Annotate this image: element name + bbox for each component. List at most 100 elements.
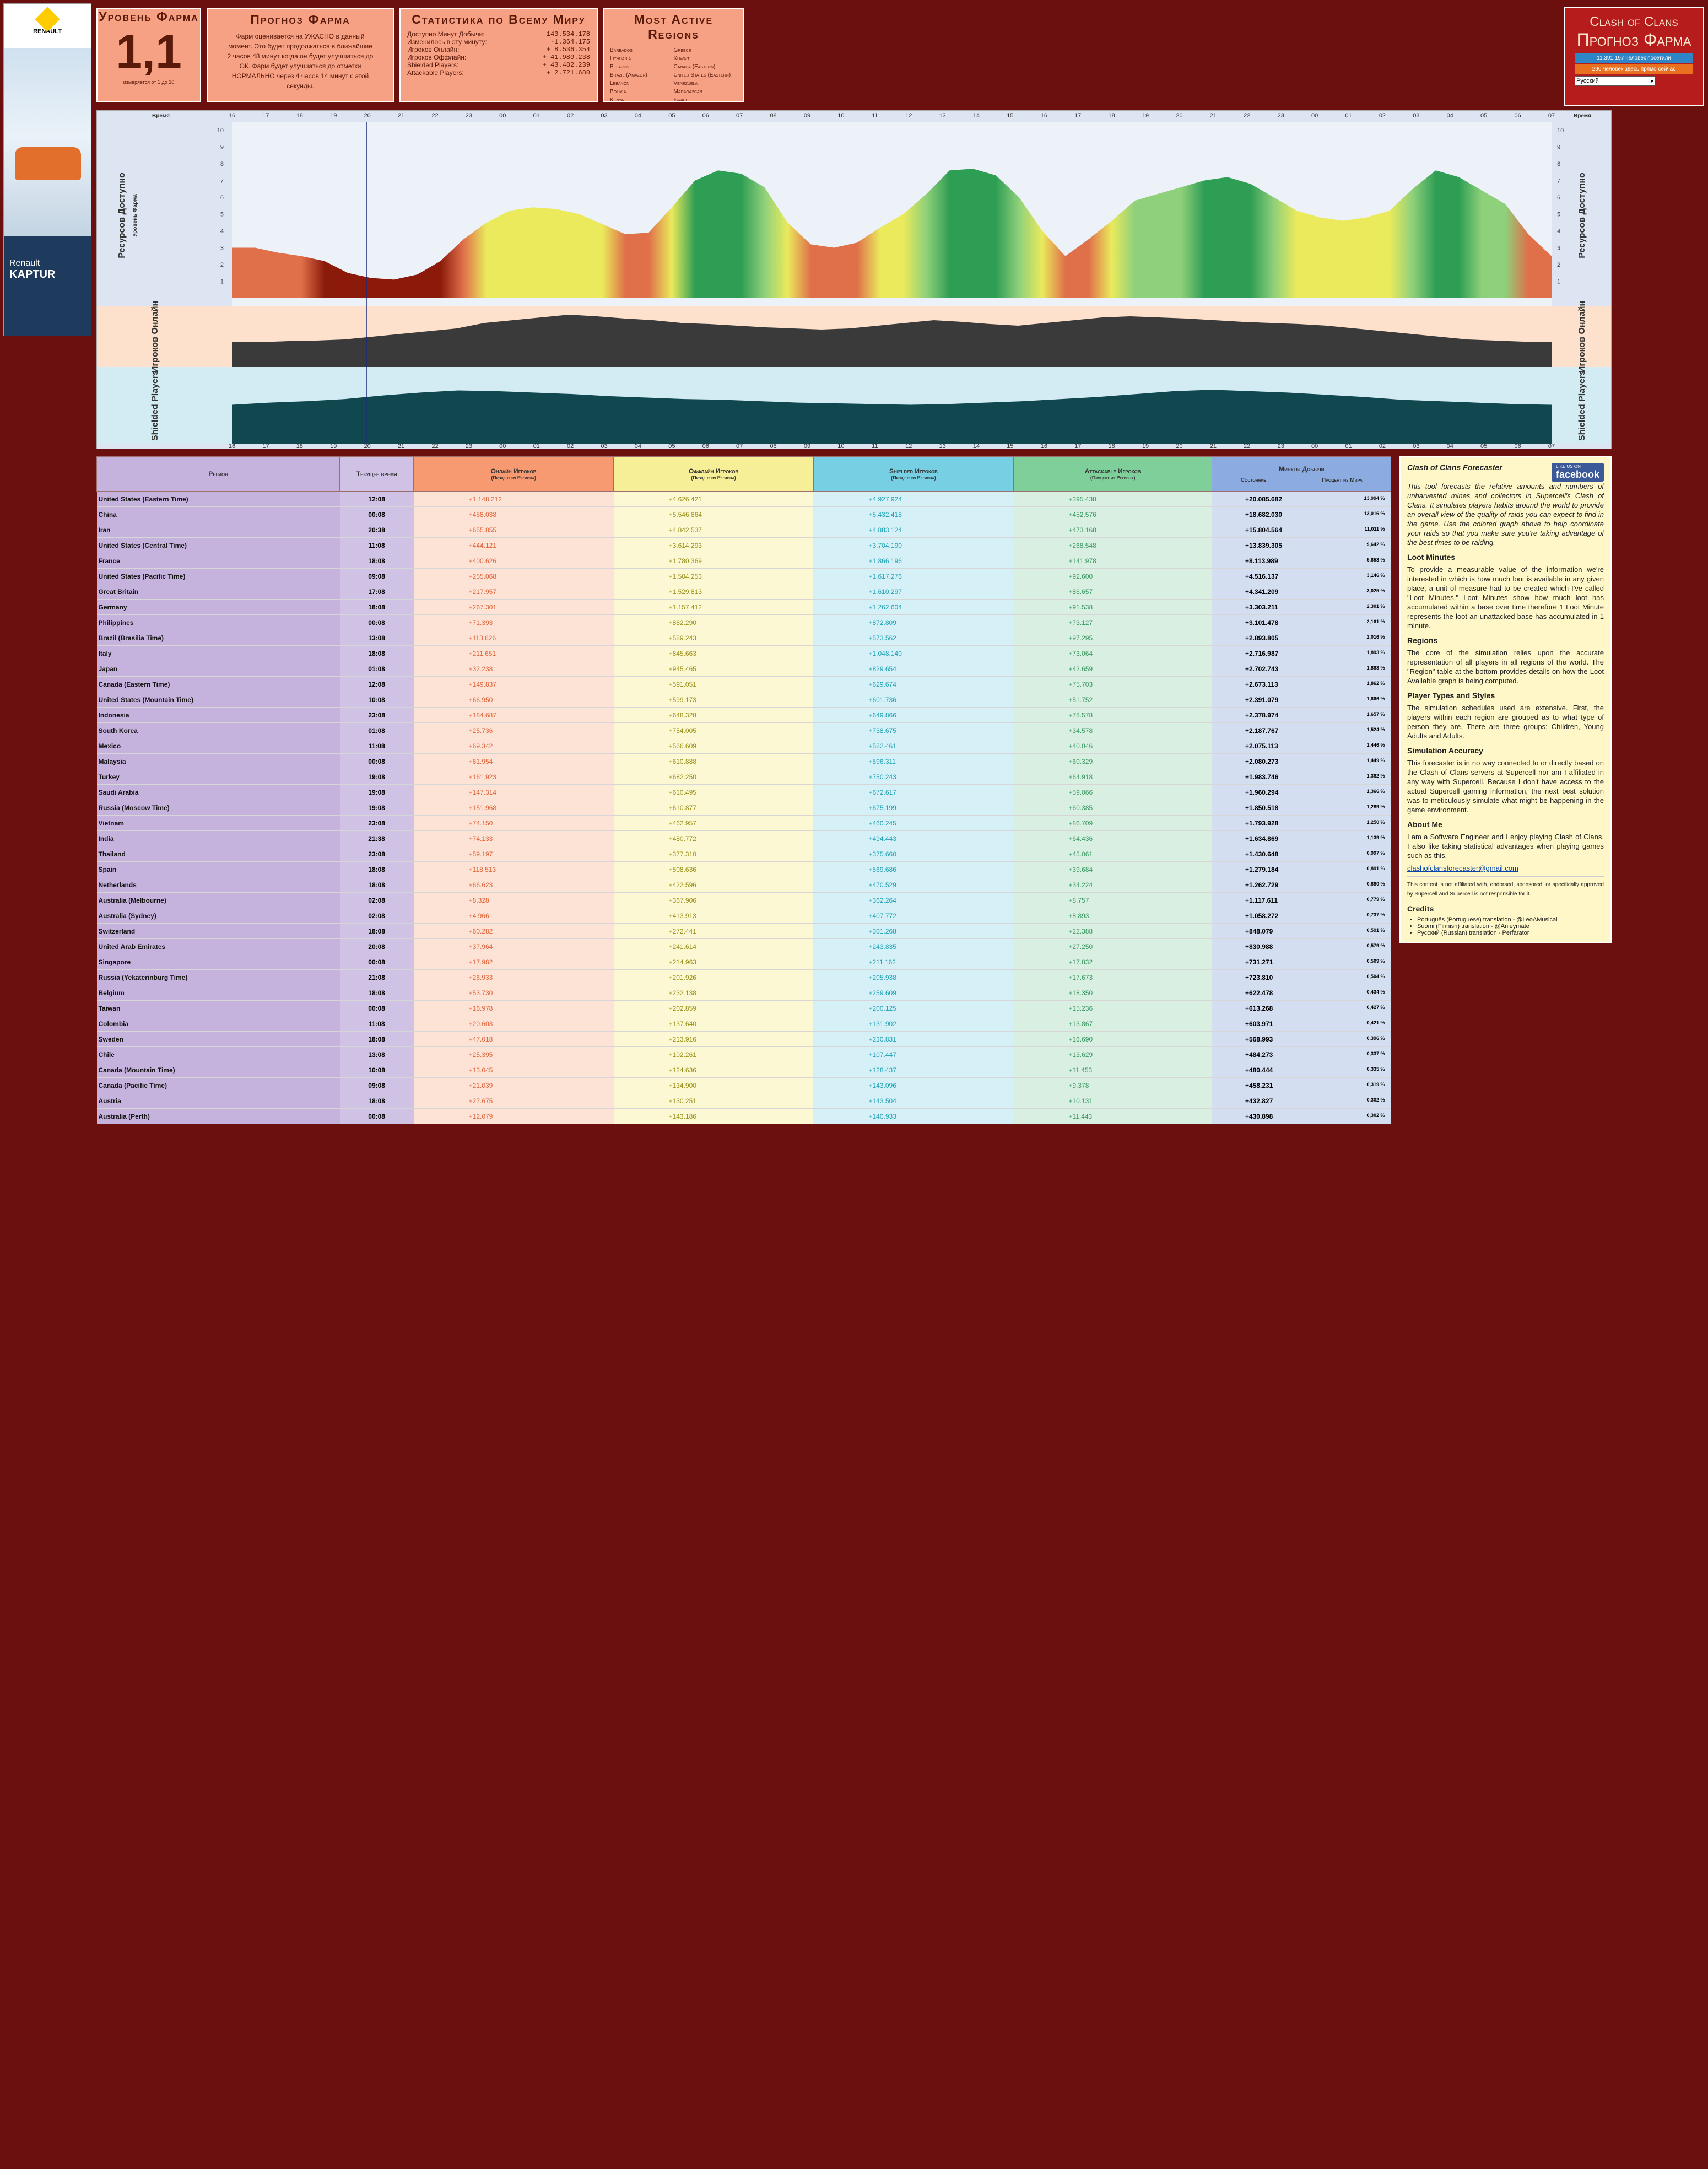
attack-cell-value: +75.703 [1068, 680, 1093, 688]
region-cell-value: Vietnam [98, 819, 124, 827]
region-cell-value: United States (Eastern Time) [98, 495, 188, 503]
online-cell: +217.957 [413, 584, 614, 600]
ytick-left: 8 [220, 161, 224, 168]
shield-cell: +407.772 [813, 908, 1014, 924]
hour-label-top: 11 [872, 112, 878, 119]
time-cell: 12:08 [339, 491, 414, 507]
attack-cell: +97.295 [1013, 630, 1212, 646]
sidebar-p-regions: The core of the simulation relies upon t… [1407, 649, 1604, 685]
offline-cell-value: +413.913 [668, 911, 696, 920]
online-cell-value: +1.148.212 [468, 495, 502, 503]
active-region: Lebanon [610, 80, 630, 87]
online-cell: +13.045 [413, 1062, 614, 1078]
region-cell: India [96, 830, 340, 846]
online-cell-value: +69.342 [468, 742, 493, 750]
time-cell: 11:08 [339, 738, 414, 754]
online-cell-value: +74.133 [468, 834, 493, 843]
ytick-left: 2 [220, 262, 224, 268]
ytick-right: 8 [1557, 161, 1560, 168]
ad-banner[interactable]: RENAULT Renault KAPTUR [3, 3, 91, 336]
shield-cell-value: +649.866 [868, 711, 896, 719]
attack-cell-value: +86.709 [1068, 819, 1093, 827]
loot-cell-value: +480.444 [1245, 1066, 1273, 1074]
online-cell-value: +211.651 [468, 649, 496, 657]
shield-cell-value: +3.704.190 [868, 541, 902, 549]
table-row: Russia (Moscow Time) 19:08 +151.968 +610.87… [96, 800, 1391, 816]
time-cell: 19:08 [339, 784, 414, 800]
language-select[interactable]: Русский ▾ [1575, 76, 1655, 86]
attack-cell: +395.438 [1013, 491, 1212, 507]
loot-cell: +2.075.113 1,446 % [1212, 738, 1391, 754]
online-cell: +66.623 [413, 877, 614, 893]
attack-cell-value: +73.127 [1068, 618, 1093, 627]
table-row: Canada (Mountain Time) 10:08 +13.045 +124.6… [96, 1062, 1391, 1078]
time-cell: 01:08 [339, 661, 414, 677]
loot-pct-value: 2,016 % [1366, 634, 1385, 640]
offline-cell: +610.877 [613, 800, 814, 816]
hour-label-bottom: 22 [431, 443, 438, 449]
time-cell-value: 09:08 [368, 572, 385, 580]
loot-pct-value: 0,591 % [1366, 927, 1385, 933]
time-cell-value: 19:08 [368, 773, 385, 781]
active-region: Greece [673, 47, 691, 53]
shield-cell: +872.809 [813, 614, 1014, 630]
offline-cell: +845.663 [613, 645, 814, 661]
offline-cell-value: +201.926 [668, 973, 696, 981]
online-cell-value: +27.675 [468, 1097, 493, 1105]
hour-label-top: 06 [702, 112, 709, 119]
loot-pct-value: 0,319 % [1366, 1081, 1385, 1087]
region-cell-value: Brazil (Brasilia Time) [98, 634, 164, 642]
loot-cell: +480.444 0,335 % [1212, 1062, 1391, 1078]
shield-cell: +601.736 [813, 692, 1014, 708]
loot-cell: +2.702.743 1,883 % [1212, 661, 1391, 677]
loot-cell-value: +8.113.989 [1245, 557, 1278, 565]
regions-col-1: Barbados Lithuania Belarus Brazil (Amazon) L… [610, 46, 674, 104]
offline-cell-value: +1.529.813 [668, 587, 702, 596]
region-cell-value: United States (Pacific Time) [98, 572, 186, 580]
language-select-value: Русский [1576, 78, 1599, 84]
loot-cell: +2.080.273 1,449 % [1212, 753, 1391, 769]
region-cell: United States (Eastern Time) [96, 491, 340, 507]
shield-cell: +362.264 [813, 892, 1014, 908]
ytick-right: 10 [1557, 127, 1564, 134]
facebook-like-button[interactable]: LIKE US ON facebook [1551, 463, 1604, 482]
offline-cell-value: +1.157.412 [668, 603, 702, 611]
info-sidebar: Clash of Clans Forecaster LIKE US ON fac… [1399, 456, 1612, 943]
hour-label-bottom: 02 [567, 443, 574, 449]
offline-cell: +945.465 [613, 661, 814, 677]
time-cell: 18:08 [339, 877, 414, 893]
contact-email-link[interactable]: clashofclansforecaster@gmail.com [1407, 864, 1518, 872]
hour-label-top: 17 [1074, 112, 1081, 119]
region-cell: Germany [96, 599, 340, 615]
attack-cell-value: +11.453 [1068, 1066, 1093, 1074]
shield-cell: +131.902 [813, 1016, 1014, 1032]
hour-label-bottom: 00 [1311, 443, 1318, 449]
world-stat-row: Игроков Онлайн: + 8.536.354 [407, 46, 590, 53]
offline-cell-value: +845.663 [668, 649, 696, 657]
loot-cell: +723.810 0,504 % [1212, 969, 1391, 985]
region-cell: Netherlands [96, 877, 340, 893]
shield-cell: +738.675 [813, 722, 1014, 738]
offline-cell-value: +882.290 [668, 618, 696, 627]
ytick-right: 7 [1557, 178, 1560, 185]
loot-pct-value: 1,657 % [1366, 711, 1385, 717]
time-cell: 11:08 [339, 537, 414, 553]
hour-label-bottom: 08 [770, 443, 776, 449]
shield-cell-value: +243.835 [868, 942, 896, 951]
col-loot: Минуты Добычи Состояние Процент из Мира [1212, 456, 1391, 492]
farm-level-panel: Уровень Фарма 1,1 измеряется от 1 до 10 [96, 8, 201, 102]
coc-header-panel: Clash of Clans Прогноз Фарма 11.391.197 … [1564, 7, 1704, 106]
col-loot-pct: Процент из Мира [1321, 477, 1363, 483]
online-cell-value: +13.045 [468, 1066, 493, 1074]
table-row: Saudi Arabia 19:08 +147.314 +610.495 +672.61… [96, 784, 1391, 800]
time-cell: 18:08 [339, 553, 414, 569]
table-row: Italy 18:08 +211.651 +845.663 +1.048.140 +73.… [96, 645, 1391, 661]
sidebar-p-loot: To provide a measurable value of the inf… [1407, 565, 1604, 630]
table-row: Germany 18:08 +267.301 +1.157.412 +1.262.604… [96, 599, 1391, 615]
offline-cell: +422.596 [613, 877, 814, 893]
attack-cell-value: +40.046 [1068, 742, 1093, 750]
loot-cell: +13.839.305 9,642 % [1212, 537, 1391, 553]
loot-cell-value: +1.279.184 [1245, 865, 1279, 873]
attack-cell: +11.443 [1013, 1108, 1212, 1124]
time-cell-value: 01:08 [368, 726, 385, 735]
